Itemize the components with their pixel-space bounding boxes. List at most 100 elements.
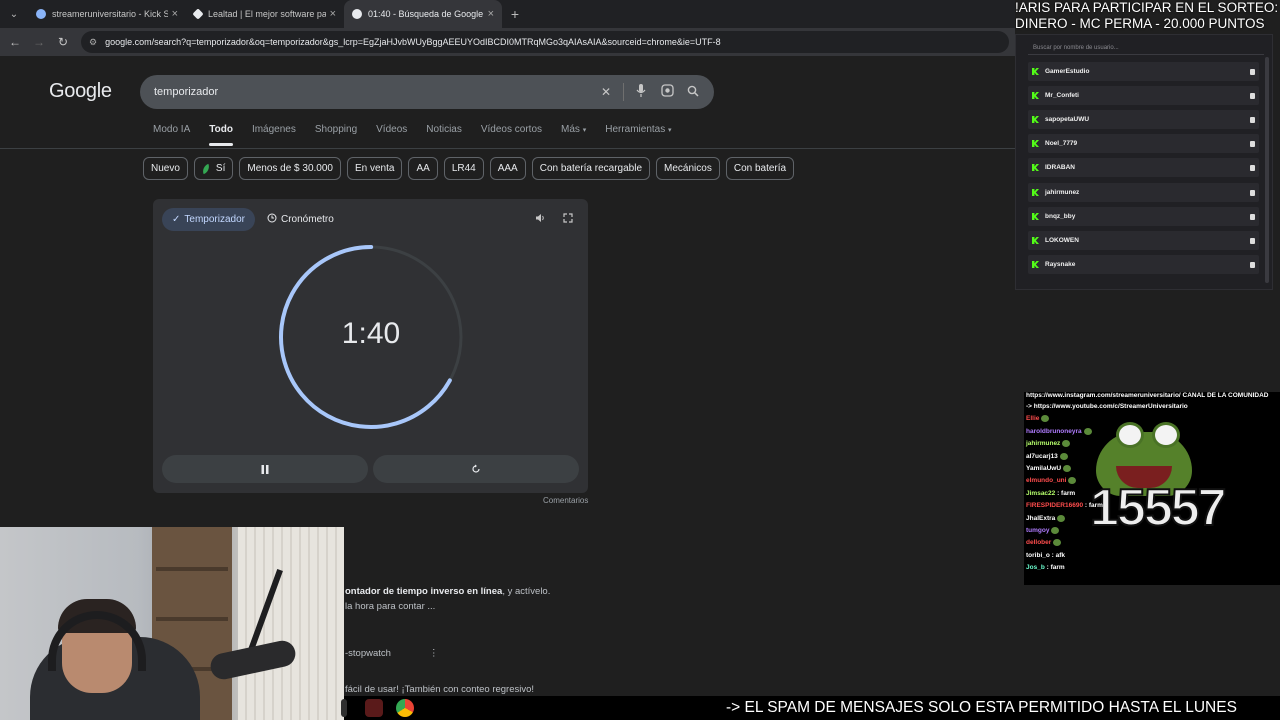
- chip-nuevo[interactable]: Nuevo: [143, 157, 188, 180]
- participants-panel: Buscar por nombre de usuario... GamerEst…: [1015, 34, 1273, 290]
- stream-chat: 15557 https://www.instagram.com/streamer…: [1024, 392, 1280, 585]
- chip-mecanicos[interactable]: Mecánicos: [656, 157, 720, 180]
- chat-username[interactable]: dellober: [1026, 540, 1051, 547]
- reload-icon[interactable]: ↻: [51, 35, 75, 49]
- chat-username[interactable]: Jimsac22: [1026, 490, 1055, 497]
- tab-lealtad[interactable]: Lealtad | El mejor software para ×: [186, 0, 344, 28]
- chat-message: jahirmunez: [1026, 440, 1071, 447]
- chrome-icon[interactable]: [396, 699, 414, 717]
- feedback-link[interactable]: Comentarios: [543, 496, 588, 505]
- tab-google-search[interactable]: 01:40 - Búsqueda de Google ×: [344, 0, 502, 28]
- microphone-icon[interactable]: [628, 84, 654, 100]
- app-icon[interactable]: [341, 699, 347, 717]
- close-tab-icon[interactable]: ×: [172, 8, 178, 20]
- chat-username[interactable]: haroldbrunoneyra: [1026, 428, 1082, 435]
- search-input[interactable]: temporizador: [154, 86, 593, 98]
- trash-icon[interactable]: [1250, 189, 1255, 196]
- google-logo[interactable]: Google: [49, 80, 112, 103]
- chat-username[interactable]: al7ucarj13: [1026, 453, 1058, 460]
- chat-username[interactable]: elmundo_uni: [1026, 478, 1066, 485]
- tab-kick[interactable]: streameruniversitario - Kick Sta ×: [28, 0, 186, 28]
- screen: ⌄ streameruniversitario - Kick Sta × Lea…: [0, 0, 1280, 720]
- stopwatch-mode-button[interactable]: Cronómetro: [257, 208, 344, 231]
- chip-aaa[interactable]: AAA: [489, 157, 526, 180]
- filter-chips: Nuevo Sí Menos de $ 30.000 En venta AA L…: [143, 157, 795, 180]
- chip-precio[interactable]: Menos de $ 30.000: [239, 157, 341, 180]
- chat-message: haroldbrunoneyra: [1026, 427, 1092, 435]
- site-info-icon[interactable]: ⚙: [89, 37, 97, 48]
- participants-search-input[interactable]: Buscar por nombre de usuario...: [1028, 41, 1264, 55]
- tab-search-button[interactable]: ⌄: [0, 0, 28, 28]
- participant-row: bnqz_bby: [1028, 207, 1259, 226]
- tab-videos-cortos[interactable]: Vídeos cortos: [481, 124, 542, 135]
- trash-icon[interactable]: [1250, 213, 1255, 220]
- points-counter: 15557: [1089, 478, 1228, 538]
- tab-shopping[interactable]: Shopping: [315, 124, 357, 135]
- chat-message: Jos_b : farm: [1026, 564, 1065, 571]
- chip-bateria-recargable[interactable]: Con batería recargable: [531, 157, 651, 180]
- back-arrow-icon[interactable]: ←: [3, 35, 27, 49]
- chat-username[interactable]: FIRESPIDER16690: [1026, 502, 1083, 509]
- trash-icon[interactable]: [1250, 68, 1255, 75]
- participant-name: GamerEstudio: [1045, 68, 1090, 75]
- close-tab-icon[interactable]: ×: [330, 8, 336, 20]
- tab-todo[interactable]: Todo: [209, 124, 233, 146]
- trash-icon[interactable]: [1250, 164, 1255, 171]
- chip-aa[interactable]: AA: [408, 157, 438, 180]
- result-url[interactable]: -stopwatch ⋮: [345, 648, 438, 659]
- trash-icon[interactable]: [1250, 261, 1255, 268]
- tab-imagenes[interactable]: Imágenes: [252, 124, 296, 135]
- tab-title: streameruniversitario - Kick Sta: [52, 9, 168, 19]
- chat-username[interactable]: tumgoy: [1026, 527, 1049, 534]
- timer-mode-button[interactable]: ✓ Temporizador: [162, 208, 255, 231]
- chat-message: -> https://www.youtube.com/c/StreamerUni…: [1026, 403, 1188, 410]
- kick-icon: [1032, 116, 1039, 123]
- clear-icon[interactable]: ✕: [593, 85, 619, 99]
- chat-username[interactable]: Jos_b: [1026, 564, 1045, 571]
- giveaway-prizes: DINERO - MC PERMA - 20.000 PUNTOS: [1015, 16, 1265, 31]
- trash-icon[interactable]: [1250, 140, 1255, 147]
- reset-button[interactable]: [373, 455, 579, 483]
- search-icon[interactable]: [680, 85, 706, 100]
- chip-lr44[interactable]: LR44: [443, 157, 484, 180]
- url-field[interactable]: ⚙ google.com/search?q=temporizador&oq=te…: [81, 31, 1009, 53]
- volume-icon[interactable]: [535, 213, 546, 226]
- chat-username[interactable]: https://www.instagram.com/streameruniver…: [1026, 392, 1268, 399]
- chat-username[interactable]: Ellie: [1026, 416, 1039, 423]
- chip-si[interactable]: Sí: [193, 157, 234, 180]
- chip-en-venta[interactable]: En venta: [346, 157, 403, 180]
- tab-herramientas[interactable]: Herramientas ▾: [605, 124, 671, 135]
- new-tab-button[interactable]: +: [502, 6, 528, 22]
- chat-username[interactable]: YamilaUwU: [1026, 465, 1061, 472]
- tab-videos[interactable]: Vídeos: [376, 124, 407, 135]
- chat-message: Ellie: [1026, 415, 1050, 423]
- emote-icon: [1051, 527, 1060, 534]
- tab-mas[interactable]: Más ▾: [561, 124, 586, 135]
- emote-icon: [1053, 539, 1062, 547]
- obs-icon[interactable]: [365, 699, 383, 717]
- tab-noticias[interactable]: Noticias: [426, 124, 462, 135]
- fullscreen-icon[interactable]: [563, 213, 573, 226]
- reset-icon: [472, 464, 480, 473]
- participant-row: LOKOWEN: [1028, 231, 1259, 250]
- emote-icon: [1041, 415, 1050, 423]
- pause-button[interactable]: [162, 455, 368, 483]
- search-box[interactable]: temporizador ✕: [140, 75, 714, 109]
- chat-username[interactable]: JhalExtra: [1026, 515, 1055, 522]
- chip-con-bateria[interactable]: Con batería: [725, 157, 795, 180]
- lens-icon[interactable]: [654, 84, 680, 100]
- trash-icon[interactable]: [1250, 92, 1255, 99]
- close-tab-icon[interactable]: ×: [488, 8, 494, 20]
- trash-icon[interactable]: [1250, 237, 1255, 244]
- chat-username[interactable]: -> https://www.youtube.com/c/StreamerUni…: [1026, 403, 1188, 410]
- chat-text: : farm: [1055, 489, 1076, 497]
- more-options-icon[interactable]: ⋮: [429, 648, 439, 659]
- trash-icon[interactable]: [1250, 116, 1255, 123]
- forward-arrow-icon[interactable]: →: [27, 35, 51, 49]
- tab-modo-ia[interactable]: Modo IA: [153, 124, 190, 135]
- chevron-down-icon: ▾: [668, 127, 672, 134]
- chat-username[interactable]: jahirmunez: [1026, 440, 1060, 447]
- participants-scrollbar[interactable]: [1265, 57, 1269, 283]
- chat-username[interactable]: toribi_o: [1026, 552, 1050, 559]
- participant-name: bnqz_bby: [1045, 213, 1076, 220]
